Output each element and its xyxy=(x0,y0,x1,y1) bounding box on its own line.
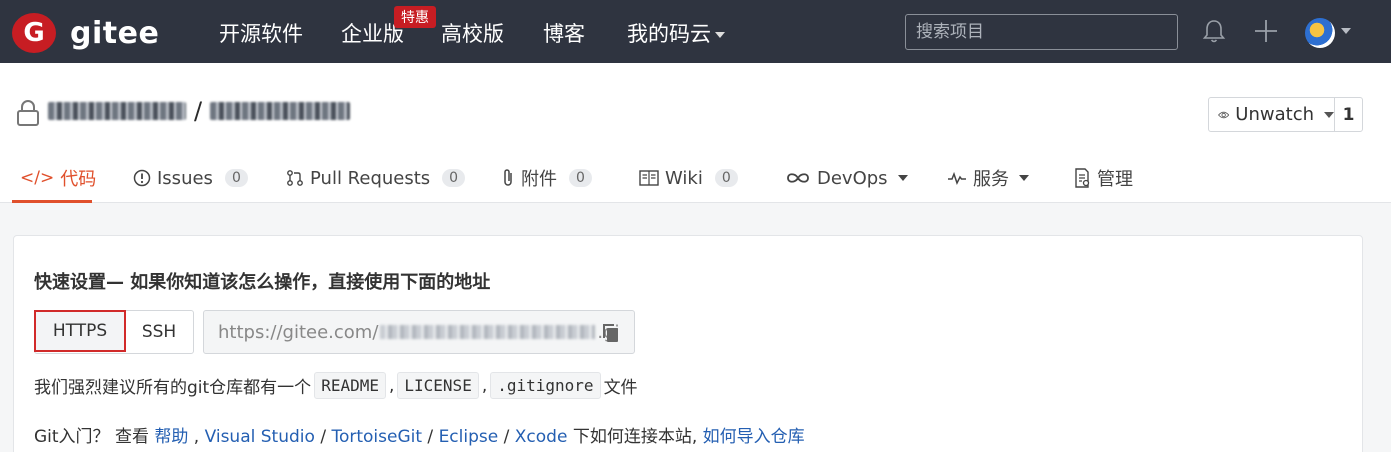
eye-icon xyxy=(1218,111,1230,118)
help-prefix: Git入门？ 查看 xyxy=(34,427,155,447)
chevron-down-icon[interactable] xyxy=(1341,28,1351,34)
git-help-line: Git入门？ 查看 帮助 , Visual Studio / TortoiseG… xyxy=(34,422,805,447)
book-icon xyxy=(639,170,659,186)
attachments-count-badge: 0 xyxy=(569,169,592,187)
tab-attachments[interactable]: 附件 0 xyxy=(501,153,592,203)
xcode-link[interactable]: Xcode xyxy=(515,427,568,447)
chevron-down-icon xyxy=(1019,175,1029,181)
tab-issues-label: Issues xyxy=(157,167,213,189)
eclipse-link[interactable]: Eclipse xyxy=(439,427,499,447)
pull-requests-count-badge: 0 xyxy=(442,169,466,187)
nav-my-gitee-label: 我的码云 xyxy=(627,22,711,46)
clone-url-field[interactable]: https://gitee.com/ .gi xyxy=(203,310,635,354)
chevron-down-icon xyxy=(897,175,908,181)
link-separator: / xyxy=(427,427,434,447)
gitee-logo-text: gitee xyxy=(70,15,160,51)
advice-comma: , xyxy=(388,375,395,396)
copy-icon[interactable] xyxy=(602,323,620,343)
watch-button-group: Unwatch 1 xyxy=(1208,97,1363,132)
tab-issues[interactable]: Issues 0 xyxy=(133,153,248,203)
tortoisegit-link[interactable]: TortoiseGit xyxy=(331,427,422,447)
import-repo-link[interactable]: 如何导入仓库 xyxy=(703,427,805,447)
avatar[interactable] xyxy=(1305,18,1335,48)
protocol-toggle: HTTPS SSH xyxy=(34,310,194,354)
tab-devops-label: DevOps xyxy=(817,167,888,189)
repo-path-separator: / xyxy=(194,97,203,125)
nav-education[interactable]: 高校版 xyxy=(441,18,504,48)
settings-doc-icon xyxy=(1075,168,1090,188)
quick-setup-title: 快速设置— 如果你知道该怎么操作，直接使用下面的地址 xyxy=(34,272,491,293)
paperclip-icon xyxy=(504,169,512,186)
tab-manage-label: 管理 xyxy=(1097,169,1133,190)
plus-icon[interactable] xyxy=(1253,18,1279,44)
repo-header: / Unwatch 1 </> 代码 Issues 0 Pull Request… xyxy=(0,63,1391,203)
tab-devops[interactable]: DevOps xyxy=(785,153,908,203)
watch-count[interactable]: 1 xyxy=(1335,105,1362,125)
link-separator: / xyxy=(503,427,510,447)
nav-my-gitee[interactable]: 我的码云 xyxy=(627,18,725,48)
unwatch-button[interactable]: Unwatch xyxy=(1209,98,1335,131)
issue-icon xyxy=(133,169,151,187)
repo-path: / xyxy=(48,97,351,125)
link-separator: / xyxy=(320,427,327,447)
help-middle: 下如何连接本站, xyxy=(567,427,703,447)
tab-services-label: 服务 xyxy=(973,169,1009,190)
wiki-count-badge: 0 xyxy=(714,169,738,187)
ssh-button[interactable]: SSH xyxy=(125,311,193,353)
pulse-icon xyxy=(948,171,966,185)
gitee-logo-mark: G xyxy=(12,13,56,53)
license-code: LICENSE xyxy=(397,372,479,399)
tab-pull-requests-label: Pull Requests xyxy=(310,167,431,189)
tab-pull-requests[interactable]: Pull Requests 0 xyxy=(286,153,466,203)
clone-url-redacted xyxy=(380,325,596,339)
repo-tabs: </> 代码 Issues 0 Pull Requests 0 附件 0 Wik… xyxy=(0,153,1391,203)
code-icon: </> xyxy=(20,168,55,188)
repo-name[interactable] xyxy=(210,102,351,120)
tab-services[interactable]: 服务 xyxy=(947,153,1029,203)
tab-wiki-label: Wiki xyxy=(665,167,703,189)
quick-setup-card: 快速设置— 如果你知道该怎么操作，直接使用下面的地址 HTTPS SSH htt… xyxy=(13,235,1363,452)
advice-comma: , xyxy=(481,375,488,396)
clone-url-prefix: https://gitee.com/ xyxy=(218,321,379,343)
tab-code[interactable]: </> 代码 xyxy=(20,153,96,203)
promo-badge: 特惠 xyxy=(394,6,436,28)
pull-request-icon xyxy=(287,170,303,186)
unwatch-label: Unwatch xyxy=(1235,104,1314,125)
tab-attachments-label: 附件 xyxy=(521,169,557,190)
visual-studio-link[interactable]: Visual Studio xyxy=(205,427,315,447)
active-tab-indicator xyxy=(12,200,92,203)
help-link[interactable]: 帮助 xyxy=(154,427,188,447)
tab-code-label: 代码 xyxy=(60,169,97,190)
tab-manage[interactable]: 管理 xyxy=(1073,153,1133,203)
search-input[interactable] xyxy=(905,14,1178,50)
nav-blog[interactable]: 博客 xyxy=(543,18,585,48)
gitee-logo[interactable]: G gitee xyxy=(12,13,159,53)
infinity-icon xyxy=(787,173,809,183)
chevron-down-icon xyxy=(715,32,725,38)
bell-icon[interactable] xyxy=(1201,18,1227,44)
top-navbar: G gitee 开源软件 企业版 特惠 高校版 博客 我的码云 xyxy=(0,0,1391,63)
https-button[interactable]: HTTPS xyxy=(34,310,126,352)
gitignore-code: .gitignore xyxy=(490,372,601,399)
chevron-down-icon xyxy=(1324,111,1334,118)
issues-count-badge: 0 xyxy=(224,169,248,187)
advice-suffix: 文件 xyxy=(603,378,638,398)
lock-icon xyxy=(17,100,39,126)
link-separator: , xyxy=(193,427,200,447)
advice-prefix: 我们强烈建议所有的git仓库都有一个 xyxy=(34,378,312,398)
readme-code: README xyxy=(314,372,386,399)
files-advice: 我们强烈建议所有的git仓库都有一个 README , LICENSE , .g… xyxy=(34,372,638,399)
nav-open-source[interactable]: 开源软件 xyxy=(219,18,303,48)
repo-owner[interactable] xyxy=(48,102,186,120)
tab-wiki[interactable]: Wiki 0 xyxy=(639,153,738,203)
